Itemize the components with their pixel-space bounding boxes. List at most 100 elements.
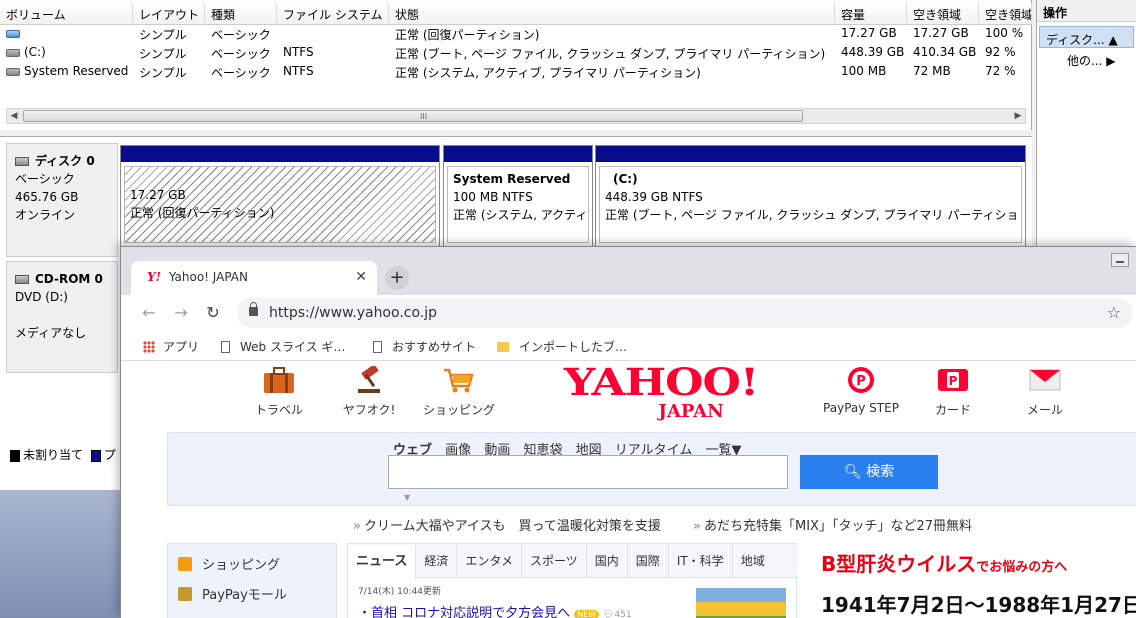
- partition-c[interactable]: (C:) 448.39 GB NTFS 正常 (ブート, ページ ファイル, ク…: [595, 145, 1026, 247]
- news-tab[interactable]: 国際: [628, 544, 669, 578]
- service-mail[interactable]: メール: [1005, 366, 1085, 418]
- news-tab[interactable]: 国内: [587, 544, 628, 578]
- partition-size: 448.39 GB NTFS: [605, 190, 703, 204]
- col-capacity[interactable]: 容量: [835, 3, 907, 25]
- new-tab-button[interactable]: +: [385, 266, 409, 290]
- search-input[interactable]: [388, 455, 788, 489]
- comment-count: 💬︎451: [603, 610, 632, 618]
- partition-status: 正常 (回復パーティション): [130, 206, 275, 220]
- disk0-size: 465.76 GB: [15, 190, 79, 204]
- partition-recovery[interactable]: 17.27 GB 正常 (回復パーティション): [120, 145, 440, 247]
- back-icon[interactable]: ←: [139, 303, 159, 323]
- free-pct-cell: 100 %: [985, 26, 1024, 40]
- news-tab[interactable]: 経済: [416, 544, 458, 578]
- page-icon: [373, 341, 382, 353]
- news-thumbnail[interactable]: [696, 588, 786, 618]
- lock-icon: [249, 302, 258, 316]
- news-panel: ニュース 経済 エンタメ スポーツ 国内 国際 IT・科学 地域 7/14(木) 10:44更…: [347, 543, 798, 618]
- tab-title: Yahoo! JAPAN: [168, 270, 248, 284]
- news-tab[interactable]: スポーツ: [522, 544, 587, 578]
- minimize-button[interactable]: [1111, 253, 1129, 267]
- volume-icon: [6, 48, 20, 57]
- folder-icon: [497, 342, 509, 352]
- svg-text:P: P: [856, 374, 866, 389]
- yahoo-page: トラベル ヤフオク! ショッピング YAHOO! JAPAN P PayPay …: [121, 362, 1136, 618]
- col-type[interactable]: 種類: [205, 3, 277, 25]
- fs-cell: [277, 24, 389, 43]
- bookmark-recommended[interactable]: おすすめサイト: [373, 338, 476, 355]
- legend: 未割り当て プ: [6, 443, 122, 465]
- nav-paypay-mall[interactable]: PayPayモール: [178, 584, 287, 603]
- type-cell: ベーシック: [211, 28, 271, 42]
- card-icon: P: [938, 369, 968, 391]
- toolbar: ← → ↻ https://www.yahoo.co.jp ☆: [121, 295, 1136, 331]
- advertisement[interactable]: B型肝炎ウイルスでお悩みの方へ 1941年7月2日～1988年1月27日: [821, 548, 1136, 618]
- legend-swatch-primary: [90, 449, 101, 462]
- partition-system-reserved[interactable]: System Reserved 100 MB NTFS 正常 (システム, アク…: [443, 145, 593, 247]
- scroll-grip: III: [420, 112, 428, 121]
- free-pct-cell: 72 %: [985, 64, 1016, 78]
- promo-link[interactable]: » あだち充特集「MIX」「タッチ」など27冊無料: [693, 519, 986, 534]
- cdrom-label[interactable]: CD-ROM 0 DVD (D:) メディアなし: [6, 261, 118, 373]
- search-dropdown-icon[interactable]: ▼: [404, 493, 410, 502]
- status-cell: 正常 (ブート, ページ ファイル, クラッシュ ダンプ, プライマリ パーティ…: [395, 47, 826, 61]
- col-free[interactable]: 空き領域: [907, 3, 979, 25]
- capacity-cell: 100 MB: [841, 64, 887, 78]
- col-filesystem[interactable]: ファイル システム: [277, 3, 389, 25]
- search-button[interactable]: 🔍︎ 検索: [800, 455, 938, 489]
- volume-table: ボリューム レイアウト 種類 ファイル システム 状態 容量 空き領域 空き領域…: [0, 0, 1032, 130]
- service-auction[interactable]: ヤフオク!: [329, 364, 409, 418]
- chrome-window: Y! Yahoo! JAPAN ✕ + ← → ↻ https://www.yah…: [120, 246, 1136, 618]
- news-headline[interactable]: ・首相 コロナ対応説明で夕方会見へ NEW 💬︎451: [358, 602, 632, 618]
- volume-icon: [6, 67, 20, 76]
- actions-other-item[interactable]: 他の... ▶: [1037, 48, 1136, 70]
- status-cell: 正常 (システム, アクティブ, プライマリ パーティション): [395, 66, 701, 80]
- promo-link[interactable]: » クリーム大福やアイスも 買って温暖化対策を支援: [353, 519, 675, 534]
- free-cell: 410.34 GB: [913, 45, 977, 59]
- suitcase-icon: [264, 367, 294, 393]
- partition-title: [130, 170, 430, 186]
- paypay-icon: P: [848, 367, 874, 393]
- yahoo-favicon-icon: Y!: [147, 270, 161, 284]
- scroll-thumb[interactable]: III: [23, 110, 803, 122]
- col-volume[interactable]: ボリューム: [0, 3, 133, 25]
- layout-cell: シンプル: [139, 28, 187, 42]
- news-tab[interactable]: エンタメ: [457, 544, 523, 578]
- free-cell: 72 MB: [913, 64, 951, 78]
- col-status[interactable]: 状態: [389, 3, 835, 25]
- star-icon[interactable]: ☆: [1107, 303, 1121, 322]
- col-layout[interactable]: レイアウト: [133, 3, 205, 25]
- address-bar[interactable]: https://www.yahoo.co.jp ☆: [237, 298, 1133, 328]
- horizontal-scrollbar[interactable]: ◀ III ▶: [6, 108, 1026, 124]
- news-tab[interactable]: 地域: [733, 544, 773, 578]
- close-icon[interactable]: ✕: [355, 269, 367, 285]
- forward-icon[interactable]: →: [171, 303, 191, 323]
- disk0-type: ベーシック: [15, 172, 75, 186]
- yahoo-logo[interactable]: YAHOO! JAPAN: [551, 362, 771, 421]
- disk0-label[interactable]: ディスク 0 ベーシック 465.76 GB オンライン: [6, 143, 118, 257]
- service-shopping[interactable]: ショッピング: [419, 366, 499, 418]
- service-travel[interactable]: トラベル: [239, 366, 319, 418]
- tab-yahoo[interactable]: Y! Yahoo! JAPAN ✕: [131, 261, 377, 295]
- service-card[interactable]: P カード: [913, 366, 993, 418]
- bookmark-apps[interactable]: アプリ: [143, 338, 199, 355]
- fs-cell: NTFS: [283, 64, 314, 78]
- nav-shopping[interactable]: ショッピング: [178, 554, 280, 573]
- service-paypay-step[interactable]: P PayPay STEP: [821, 366, 901, 415]
- news-tab[interactable]: IT・科学: [669, 544, 733, 578]
- news-tab[interactable]: ニュース: [348, 545, 417, 579]
- col-free-pct[interactable]: 空き領域: [979, 3, 1032, 25]
- bookmarks-bar: アプリ Web スライス ギ… おすすめサイト インポートしたブ…: [121, 331, 1136, 361]
- service-list: ショッピング PayPayモール: [167, 543, 337, 618]
- bookmark-web-slice[interactable]: Web スライス ギ…: [221, 338, 345, 355]
- ad-subtitle: 1941年7月2日～1988年1月27日: [821, 593, 1136, 617]
- page-icon: [221, 341, 230, 353]
- status-cell: 正常 (回復パーティション): [395, 28, 540, 42]
- bookmark-imported[interactable]: インポートしたブ…: [497, 338, 627, 355]
- volume-cell: [0, 24, 133, 43]
- actions-disk-item[interactable]: ディスク... ▲: [1039, 26, 1134, 48]
- layout-cell: シンプル: [139, 66, 187, 80]
- scroll-right-arrow-icon[interactable]: ▶: [1011, 109, 1025, 123]
- reload-icon[interactable]: ↻: [203, 303, 223, 323]
- scroll-left-arrow-icon[interactable]: ◀: [7, 109, 21, 123]
